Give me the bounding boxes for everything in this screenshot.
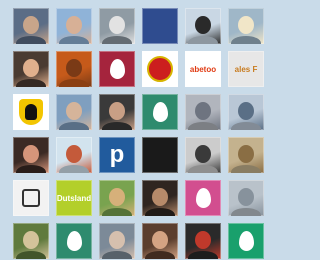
logo-text: ales F — [234, 64, 258, 74]
face-shape — [152, 231, 168, 249]
avatar-photo[interactable] — [228, 137, 264, 173]
face-shape — [195, 231, 211, 249]
avatar-photo[interactable] — [56, 51, 92, 87]
avatar-photo[interactable] — [185, 137, 221, 173]
face-shape — [66, 16, 82, 34]
avatar-photo[interactable] — [99, 180, 135, 216]
shoulders-shape — [145, 208, 175, 216]
avatar-photo[interactable] — [13, 51, 49, 87]
avatar-grid: abetoo ales F p Dutsland — [0, 0, 264, 260]
logo-text: abetoo — [189, 64, 217, 74]
avatar-photo[interactable] — [99, 8, 135, 44]
default-egg-avatar[interactable] — [142, 94, 178, 130]
egg-icon — [152, 102, 168, 122]
bear-emblem-icon — [22, 189, 40, 207]
avatar-photo[interactable] — [142, 180, 178, 216]
avatar-logo[interactable]: Dutsland — [56, 180, 92, 216]
avatar-photo[interactable] — [185, 8, 221, 44]
avatar-photo[interactable] — [56, 137, 92, 173]
avatar-photo[interactable] — [99, 223, 135, 259]
face-shape — [238, 16, 254, 34]
shoulders-shape — [59, 165, 89, 173]
face-shape — [238, 102, 254, 120]
shoulders-shape — [102, 122, 132, 130]
face-shape — [195, 16, 211, 34]
avatar-photo[interactable] — [228, 94, 264, 130]
shoulders-shape — [59, 122, 89, 130]
face-shape — [23, 16, 39, 34]
egg-icon — [195, 188, 211, 208]
shoulders-shape — [102, 251, 132, 259]
shoulders-shape — [16, 251, 46, 259]
face-shape — [109, 188, 125, 206]
face-shape — [109, 102, 125, 120]
default-egg-avatar[interactable] — [228, 223, 264, 259]
face-shape — [66, 59, 82, 77]
shoulders-shape — [231, 165, 261, 173]
shoulders-shape — [231, 36, 261, 44]
avatar-logo[interactable] — [142, 137, 178, 173]
avatar-photo[interactable] — [56, 8, 92, 44]
eagle-shield-icon — [19, 99, 43, 125]
avatar-photo[interactable] — [142, 223, 178, 259]
avatar-photo[interactable] — [185, 94, 221, 130]
shoulders-shape — [188, 36, 218, 44]
default-egg-avatar[interactable] — [185, 180, 221, 216]
avatar-photo[interactable] — [99, 94, 135, 130]
face-shape — [109, 231, 125, 249]
default-egg-avatar[interactable] — [99, 51, 135, 87]
avatar-photo[interactable] — [185, 223, 221, 259]
avatar-logo[interactable]: ales F — [228, 51, 264, 87]
shoulders-shape — [16, 36, 46, 44]
avatar-logo[interactable]: abetoo — [185, 51, 221, 87]
face-shape — [66, 145, 82, 163]
face-shape — [238, 145, 254, 163]
logo-text: Dutsland — [56, 193, 92, 203]
face-shape — [195, 102, 211, 120]
avatar-photo[interactable] — [228, 8, 264, 44]
face-shape — [23, 145, 39, 163]
shoulders-shape — [16, 79, 46, 87]
face-shape — [66, 102, 82, 120]
shoulders-shape — [145, 251, 175, 259]
shoulders-shape — [102, 36, 132, 44]
face-shape — [195, 145, 211, 163]
eagle-icon — [25, 104, 37, 120]
avatar-coat-of-arms[interactable] — [13, 94, 49, 130]
shoulders-shape — [59, 79, 89, 87]
default-egg-avatar[interactable] — [56, 223, 92, 259]
avatar-logo[interactable] — [142, 51, 178, 87]
face-shape — [238, 188, 254, 206]
round-logo-icon — [147, 56, 173, 82]
avatar-photo[interactable] — [13, 137, 49, 173]
egg-icon — [109, 59, 125, 79]
avatar-photo[interactable] — [13, 223, 49, 259]
shoulders-shape — [188, 122, 218, 130]
face-shape — [23, 59, 39, 77]
egg-icon — [238, 231, 254, 251]
shoulders-shape — [102, 208, 132, 216]
avatar-logo[interactable] — [142, 8, 178, 44]
shoulders-shape — [231, 208, 261, 216]
avatar-logo[interactable]: p — [99, 137, 135, 173]
logo-text — [143, 8, 177, 44]
egg-icon — [66, 231, 82, 251]
avatar-photo[interactable] — [56, 94, 92, 130]
letter-logo: p — [109, 141, 125, 168]
face-shape — [152, 188, 168, 206]
shoulders-shape — [231, 122, 261, 130]
logo-text — [143, 137, 177, 173]
shoulders-shape — [188, 251, 218, 259]
avatar-coat-of-arms[interactable] — [13, 180, 49, 216]
face-shape — [109, 16, 125, 34]
shoulders-shape — [16, 165, 46, 173]
shoulders-shape — [59, 36, 89, 44]
avatar-photo[interactable] — [228, 180, 264, 216]
face-shape — [23, 231, 39, 249]
avatar-photo[interactable] — [13, 8, 49, 44]
shoulders-shape — [188, 165, 218, 173]
